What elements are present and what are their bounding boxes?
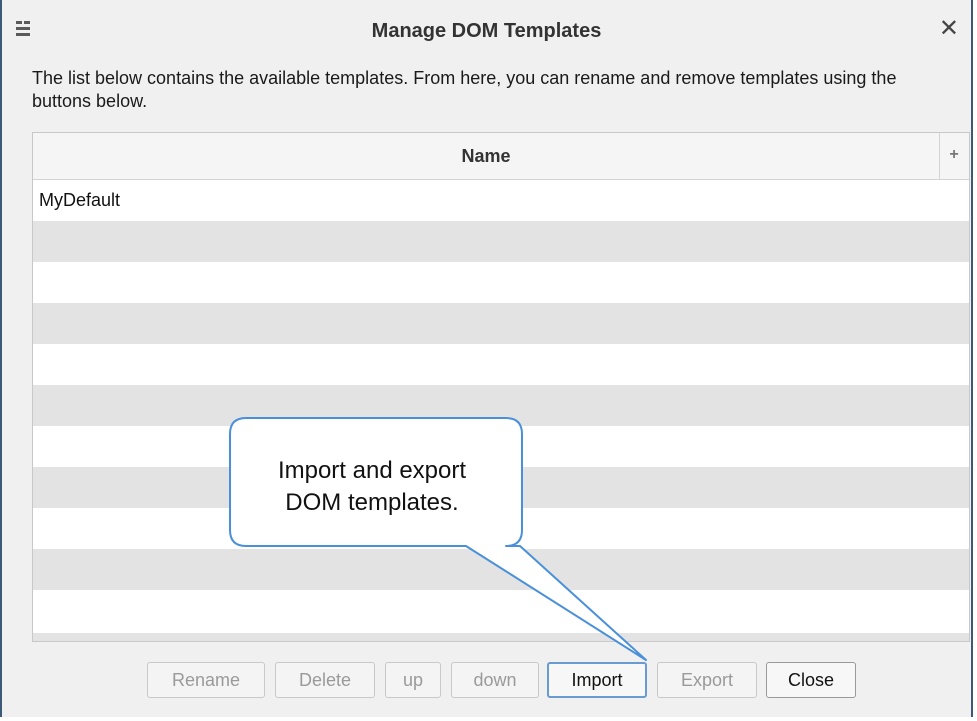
callout-line-1: Import and export bbox=[277, 457, 467, 484]
callout-line-2: DOM templates. bbox=[285, 489, 459, 516]
callout-text: Import and export DOM templates. bbox=[232, 455, 512, 519]
callout-bubble bbox=[229, 417, 647, 661]
